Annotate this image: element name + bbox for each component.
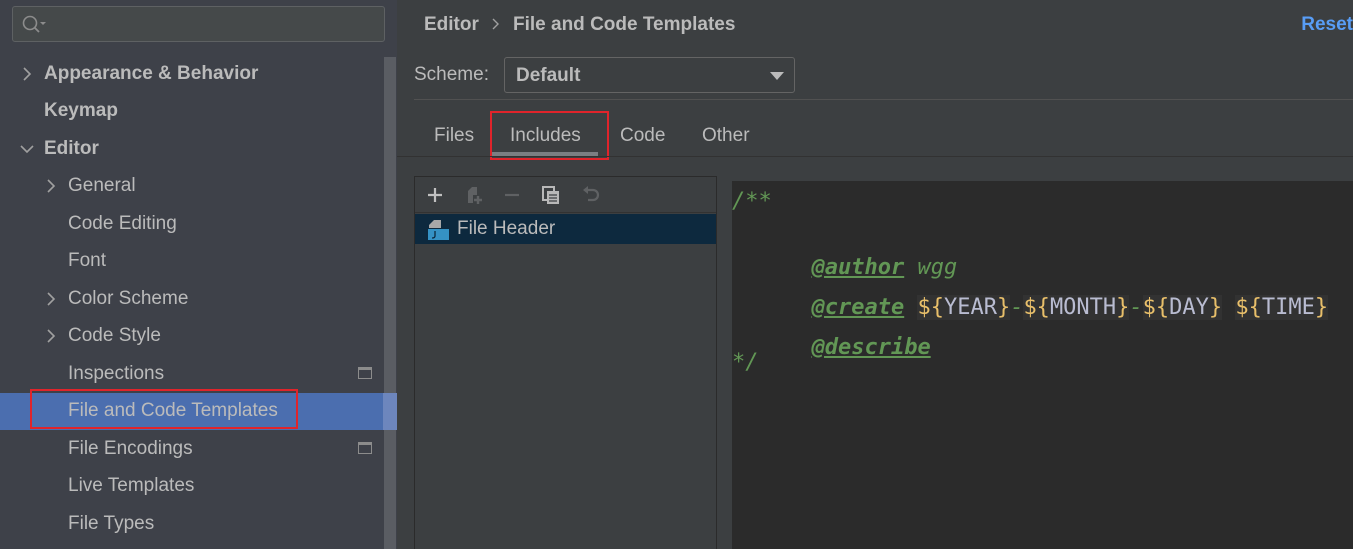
tree-item-label: Color Scheme bbox=[68, 287, 189, 309]
tree-item-label: Inspections bbox=[68, 362, 165, 384]
template-variable: ${YEAR} bbox=[917, 295, 1011, 320]
divider bbox=[397, 156, 1353, 157]
tree-item-keymap[interactable]: Keymap bbox=[0, 93, 383, 131]
copy-template-icon[interactable] bbox=[465, 185, 485, 205]
template-variable: ${TIME} bbox=[1235, 295, 1329, 320]
chevron-right-icon[interactable] bbox=[44, 179, 58, 193]
chevron-right-icon[interactable] bbox=[44, 329, 58, 343]
add-icon[interactable] bbox=[425, 185, 445, 205]
chevron-right-icon[interactable] bbox=[20, 67, 34, 81]
tree-item-label: General bbox=[68, 175, 136, 197]
settings-tree: Appearance & Behavior Keymap Editor Gene… bbox=[0, 55, 383, 543]
search-icon bbox=[22, 15, 46, 33]
template-list-item[interactable]: File Header bbox=[415, 214, 716, 244]
template-code-editor[interactable]: /** @author wgg @create ${YEAR}-${MONTH}… bbox=[732, 181, 1353, 549]
tab-other[interactable]: Other bbox=[702, 125, 750, 147]
tree-item-editor[interactable]: Editor bbox=[0, 130, 383, 168]
scheme-dropdown[interactable]: Default bbox=[504, 57, 795, 93]
settings-main-panel: Editor File and Code Templates Reset Sch… bbox=[397, 0, 1353, 549]
tree-item-color-scheme[interactable]: Color Scheme bbox=[0, 280, 383, 318]
tab-files[interactable]: Files bbox=[434, 125, 474, 147]
templates-toolbar bbox=[415, 177, 716, 213]
tree-item-code-style[interactable]: Code Style bbox=[0, 318, 383, 356]
highlight-box-file-and-code-templates bbox=[30, 389, 298, 429]
chevron-right-icon[interactable] bbox=[44, 292, 58, 306]
tree-item-label: Code Style bbox=[68, 325, 161, 347]
remove-icon[interactable] bbox=[502, 185, 522, 205]
breadcrumb-editor[interactable]: Editor bbox=[424, 14, 479, 36]
tree-item-label: Code Editing bbox=[68, 212, 177, 234]
project-settings-icon bbox=[358, 442, 372, 454]
template-name: File Header bbox=[457, 218, 556, 239]
chevron-down-icon[interactable] bbox=[20, 142, 34, 156]
divider bbox=[414, 99, 1353, 100]
breadcrumb-file-and-code-templates: File and Code Templates bbox=[513, 14, 736, 35]
tree-item-label: File Encodings bbox=[68, 437, 193, 459]
settings-search-input[interactable] bbox=[12, 6, 385, 42]
tree-item-inspections[interactable]: Inspections bbox=[0, 355, 383, 393]
template-variable: ${DAY} bbox=[1142, 295, 1223, 320]
breadcrumb-separator-icon bbox=[492, 18, 499, 30]
project-settings-icon bbox=[358, 367, 372, 379]
tree-item-label: Font bbox=[68, 250, 107, 272]
templates-list-panel: File Header bbox=[414, 176, 717, 549]
tree-item-label: Appearance & Behavior bbox=[44, 62, 259, 84]
sidebar-scrollbar[interactable] bbox=[384, 57, 396, 549]
tab-code[interactable]: Code bbox=[620, 125, 665, 147]
tree-item-label: Live Templates bbox=[68, 475, 195, 497]
tree-item-live-templates[interactable]: Live Templates bbox=[0, 468, 383, 506]
tree-item-font[interactable]: Font bbox=[0, 243, 383, 281]
duplicate-icon[interactable] bbox=[541, 185, 561, 205]
tree-item-code-editing[interactable]: Code Editing bbox=[0, 205, 383, 243]
scheme-value: Default bbox=[516, 65, 581, 86]
java-file-icon bbox=[428, 220, 449, 240]
tree-item-file-encodings[interactable]: File Encodings bbox=[0, 430, 383, 468]
template-variable: ${MONTH} bbox=[1023, 295, 1130, 320]
tree-item-appearance-behavior[interactable]: Appearance & Behavior bbox=[0, 55, 383, 93]
code-line: @describe bbox=[732, 310, 931, 385]
code-line: */ bbox=[732, 350, 759, 375]
settings-sidebar: Appearance & Behavior Keymap Editor Gene… bbox=[0, 0, 397, 549]
code-line: /** bbox=[732, 189, 772, 214]
reset-link[interactable]: Reset bbox=[1301, 14, 1353, 36]
highlight-box-includes-tab bbox=[490, 111, 609, 160]
tree-item-label: Editor bbox=[44, 137, 99, 159]
scheme-label: Scheme: bbox=[414, 64, 489, 85]
reset-icon[interactable] bbox=[581, 185, 601, 205]
tree-item-file-types[interactable]: File Types bbox=[0, 505, 383, 543]
dropdown-arrow-icon bbox=[770, 72, 784, 80]
selection-highlight-extension bbox=[383, 393, 397, 430]
tree-item-label: File Types bbox=[68, 512, 155, 534]
tree-item-general[interactable]: General bbox=[0, 168, 383, 206]
javadoc-tag: @describe bbox=[811, 335, 931, 360]
tree-item-label: Keymap bbox=[44, 100, 118, 122]
